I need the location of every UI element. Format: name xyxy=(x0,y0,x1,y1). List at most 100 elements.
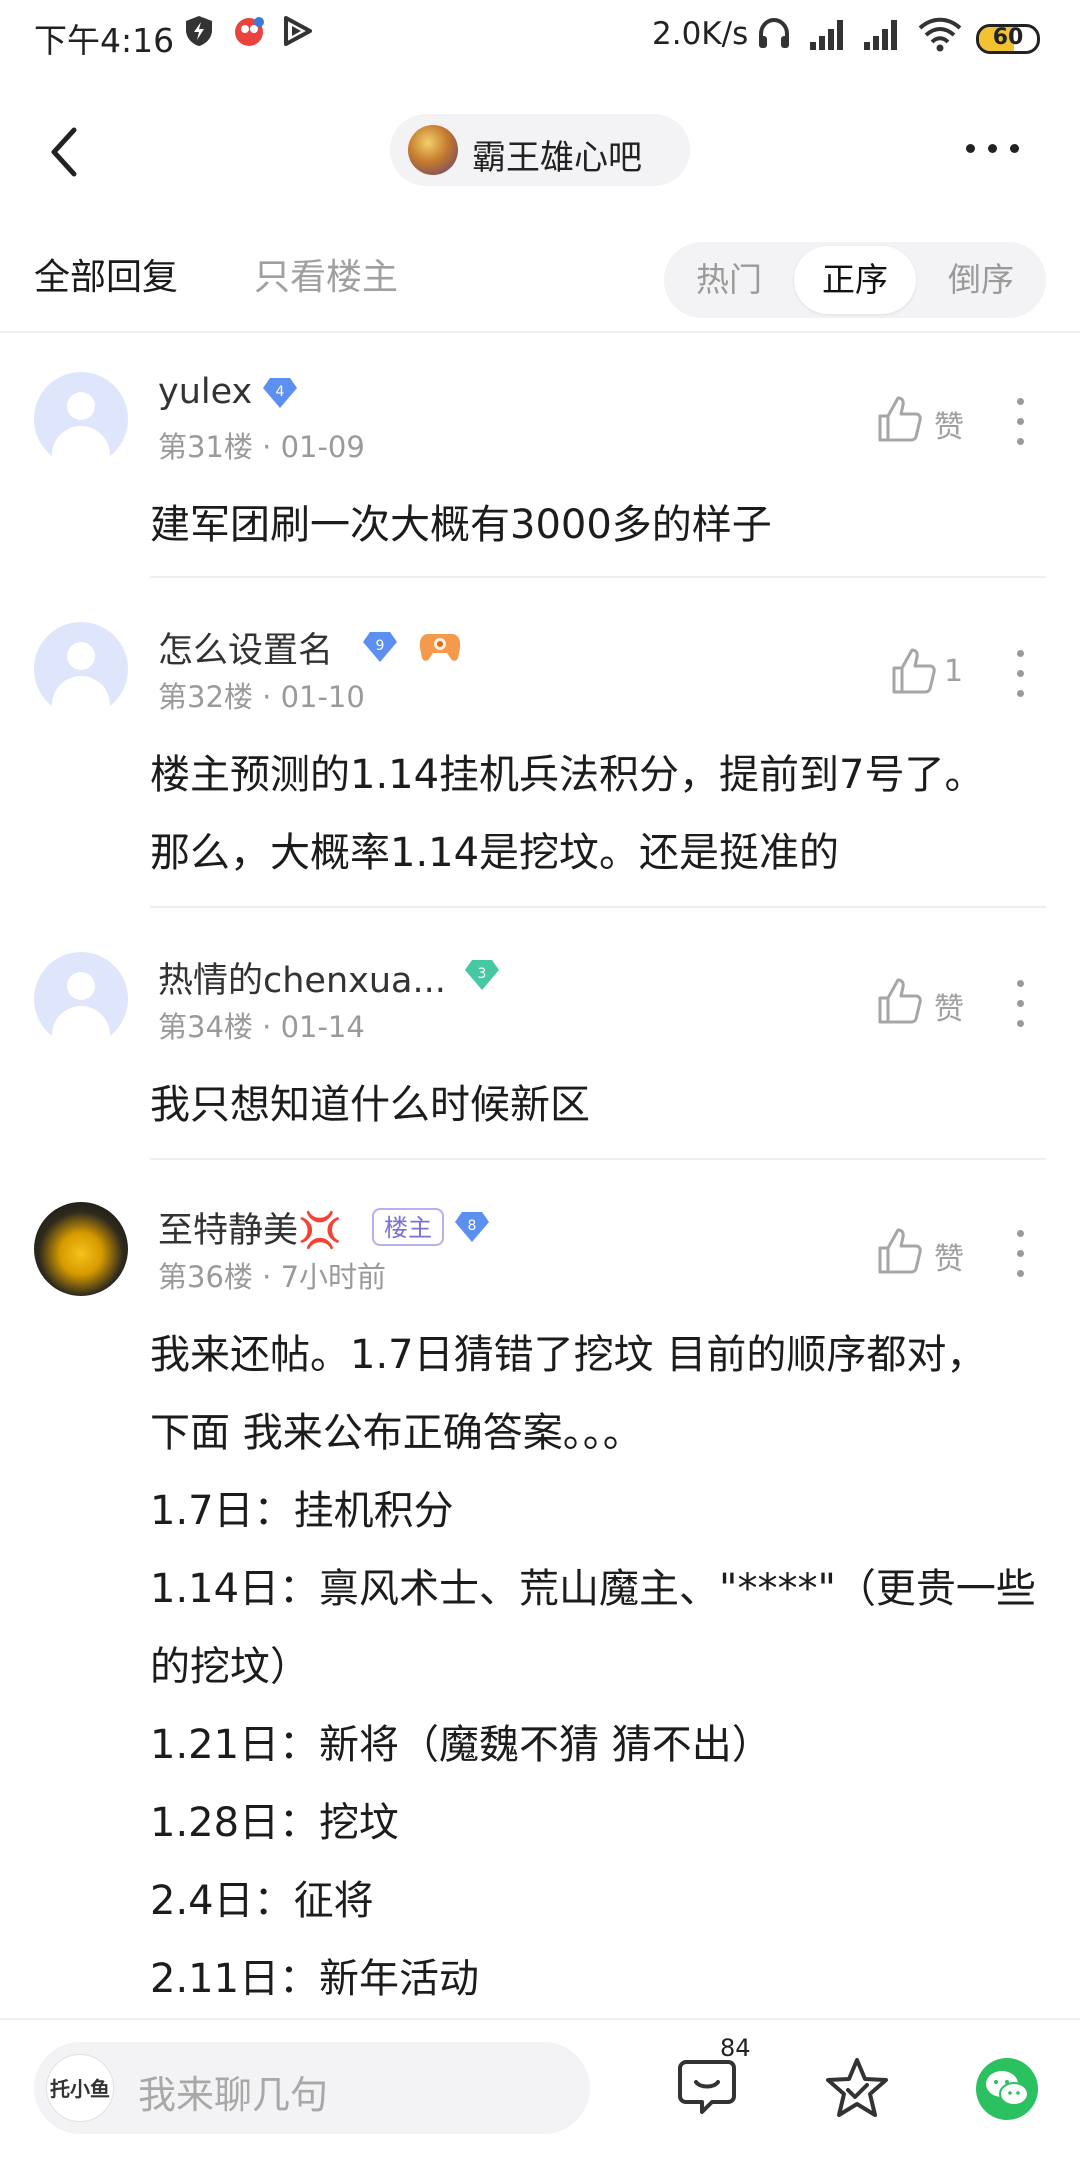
tab-all-replies[interactable]: 全部回复 xyxy=(34,248,178,300)
thumbs-up-icon xyxy=(878,396,922,442)
avatar[interactable] xyxy=(34,952,128,1046)
content-line: 楼主预测的1.14挂机兵法积分，提前到7号了。 xyxy=(150,752,985,798)
like-button[interactable]: 赞 xyxy=(876,394,986,450)
level-badge-icon: 9 xyxy=(363,632,397,662)
thumbs-up-icon xyxy=(892,648,936,694)
separator-dot: · xyxy=(262,680,272,714)
floor-number: 第31楼 xyxy=(158,430,253,464)
reply-content: 建军团刷一次大概有3000多的样子 xyxy=(150,486,1050,564)
level-badge-icon: 4 xyxy=(263,378,297,408)
username[interactable]: 至特静美💢 xyxy=(158,1202,342,1253)
more-dot xyxy=(1010,144,1019,153)
shield-icon xyxy=(186,16,212,46)
forum-entry-button[interactable]: 霸王雄心吧 xyxy=(390,114,690,186)
avatar[interactable] xyxy=(34,372,128,466)
level-badge-icon: 3 xyxy=(465,960,499,990)
content-line: 我来还帖。1.7日猜错了挖坟 目前的顺序都对， xyxy=(150,1332,987,1378)
svg-text:4: 4 xyxy=(276,384,285,400)
owner-tag: 楼主 xyxy=(372,1208,444,1246)
play-icon xyxy=(284,16,312,46)
post-date: 01-10 xyxy=(280,680,365,714)
separator-dot: · xyxy=(262,1260,272,1294)
username[interactable]: 热情的chenxua... xyxy=(158,952,446,1003)
reply-input[interactable]: 托小鱼 我来聊几句 xyxy=(34,2042,590,2134)
signal-icon xyxy=(810,20,843,50)
content-line: 下面 我来公布正确答案。。。 xyxy=(150,1410,643,1456)
like-count: 1 xyxy=(944,654,964,689)
separator-dot: · xyxy=(262,1010,272,1044)
headset-icon xyxy=(759,17,789,48)
forum-avatar xyxy=(408,125,458,175)
content-line: 1.28日：挖坟 xyxy=(150,1800,400,1846)
content-line: 2.11日：新年活动 xyxy=(150,1956,480,2002)
reply-more-button[interactable] xyxy=(1010,1228,1030,1284)
forum-name: 霸王雄心吧 xyxy=(472,138,642,178)
content-line: 建军团刷一次大概有3000多的样子 xyxy=(150,502,772,548)
more-dots-icon xyxy=(966,144,975,153)
back-button[interactable] xyxy=(38,122,98,182)
like-button[interactable]: 赞 xyxy=(876,1226,986,1282)
reply-separator xyxy=(150,906,1046,908)
comment-count: 84 xyxy=(720,2034,751,2062)
post-date: 01-14 xyxy=(280,1010,365,1044)
status-time: 下午4:16 xyxy=(34,21,175,60)
post-date: 01-09 xyxy=(280,430,365,464)
sort-descending[interactable]: 倒序 xyxy=(920,242,1042,318)
divider xyxy=(0,331,1080,333)
tab-op-only[interactable]: 只看楼主 xyxy=(254,248,398,300)
bottom-action-bar: 托小鱼 我来聊几句 84 xyxy=(0,2018,1080,2162)
svg-text:9: 9 xyxy=(376,638,385,654)
reply-more-button[interactable] xyxy=(1010,396,1030,452)
like-count: 赞 xyxy=(934,1242,964,1277)
thumbs-up-icon xyxy=(878,978,922,1024)
reply-input-placeholder: 我来聊几句 xyxy=(138,2073,329,2117)
floor-number: 第36楼 xyxy=(158,1260,253,1294)
thumbs-up-icon xyxy=(878,1228,922,1274)
content-line: 1.7日：挂机积分 xyxy=(150,1488,454,1534)
wifi-icon xyxy=(918,17,962,52)
reply-content: 我只想知道什么时候新区 xyxy=(150,1066,1050,1144)
floor-info: 第32楼 · 01-10 xyxy=(158,674,365,716)
like-button[interactable]: 1 xyxy=(890,646,1000,702)
level-badge-icon: 8 xyxy=(455,1212,489,1242)
username[interactable]: yulex xyxy=(158,372,252,412)
floor-number: 第34楼 xyxy=(158,1010,253,1044)
reply-content: 我来还帖。1.7日猜错了挖坟 目前的顺序都对， 下面 我来公布正确答案。。。 1… xyxy=(150,1316,1050,2018)
content-line: 2.4日：征将 xyxy=(150,1878,374,1924)
username[interactable]: 怎么设置名 xyxy=(158,622,333,673)
battery-icon: 60 xyxy=(976,24,1040,54)
content-line: 那么，大概率1.14是挖坟。还是挺准的 xyxy=(150,830,840,876)
avatar[interactable] xyxy=(34,1202,128,1296)
wechat-icon xyxy=(986,2071,1029,2106)
reply-filter-bar: 全部回复 只看楼主 热门 正序 倒序 xyxy=(0,232,1080,332)
chevron-left-icon xyxy=(51,127,77,177)
comment-icon[interactable] xyxy=(676,2056,738,2118)
wechat-share-button[interactable] xyxy=(976,2058,1038,2120)
reply-separator xyxy=(150,1158,1046,1160)
sort-hot[interactable]: 热门 xyxy=(668,242,790,318)
sort-ascending[interactable]: 正序 xyxy=(794,246,916,314)
floor-number: 第32楼 xyxy=(158,680,253,714)
floor-info: 第31楼 · 01-09 xyxy=(158,424,365,466)
reply-more-button[interactable] xyxy=(1010,648,1030,704)
floor-info: 第34楼 · 01-14 xyxy=(158,1004,365,1046)
controller-badge-icon xyxy=(419,634,461,661)
avatar[interactable] xyxy=(34,622,128,716)
user-avatar: 托小鱼 xyxy=(46,2054,114,2122)
svg-text:8: 8 xyxy=(468,1218,477,1234)
network-speed: 2.0K/s xyxy=(652,16,749,52)
app-notification-icon xyxy=(235,17,264,46)
like-count: 赞 xyxy=(934,992,964,1027)
more-options-button[interactable] xyxy=(958,128,1028,168)
content-line: 我只想知道什么时候新区 xyxy=(150,1082,590,1128)
reply-separator xyxy=(150,576,1046,578)
reply-more-button[interactable] xyxy=(1010,978,1030,1034)
svg-text:3: 3 xyxy=(478,966,487,982)
battery-level: 60 xyxy=(992,25,1024,50)
signal-icon xyxy=(864,20,897,50)
like-button[interactable]: 赞 xyxy=(876,976,986,1032)
content-line: 1.21日：新将（魔魏不猜 猜不出） xyxy=(150,1722,772,1768)
sort-segmented-control: 热门 正序 倒序 xyxy=(664,242,1046,318)
star-icon[interactable] xyxy=(824,2056,890,2120)
reply-content: 楼主预测的1.14挂机兵法积分，提前到7号了。 那么，大概率1.14是挖坟。还是… xyxy=(150,736,1050,892)
